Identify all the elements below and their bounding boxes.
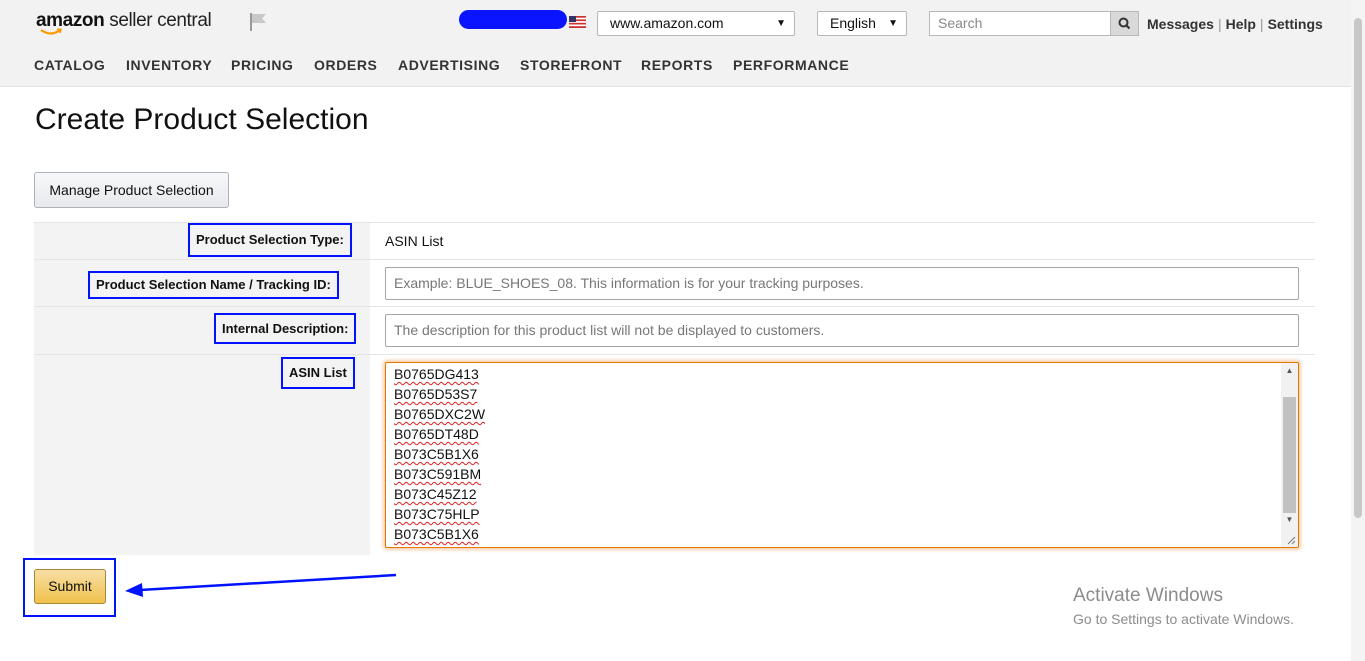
settings-link[interactable]: Settings bbox=[1268, 16, 1323, 32]
asin-lines: B0765DG413 B0765D53S7 B0765DXC2W B0765DT… bbox=[394, 364, 485, 544]
activate-windows-watermark: Activate Windows Go to Settings to activ… bbox=[1073, 585, 1294, 627]
submit-button[interactable]: Submit bbox=[34, 569, 106, 604]
us-flag-icon bbox=[569, 16, 586, 28]
scroll-up-icon[interactable]: ▲ bbox=[1281, 366, 1298, 375]
product-selection-name-label: Product Selection Name / Tracking ID: bbox=[88, 271, 339, 299]
asin-line: B0765D53S7 bbox=[394, 386, 478, 402]
product-selection-name-input[interactable]: Example: BLUE_SHOES_08. This information… bbox=[385, 267, 1299, 300]
caret-down-icon: ▼ bbox=[776, 18, 786, 29]
product-selection-type-value: ASIN List bbox=[385, 233, 444, 249]
top-header: amazon seller central www.amazon.com ▼ En… bbox=[0, 0, 1365, 87]
asin-line: B0765DG413 bbox=[394, 366, 479, 382]
nav-reports[interactable]: REPORTS bbox=[641, 57, 713, 73]
nav-advertising[interactable]: ADVERTISING bbox=[398, 57, 500, 73]
messages-link[interactable]: Messages bbox=[1147, 16, 1214, 32]
nav-storefront[interactable]: STOREFRONT bbox=[520, 57, 622, 73]
asin-line: B073C5B1X6 bbox=[394, 526, 479, 542]
search-icon bbox=[1118, 17, 1131, 30]
nav-catalog[interactable]: CATALOG bbox=[34, 57, 105, 73]
search-input[interactable]: Search bbox=[929, 11, 1110, 36]
nav-performance[interactable]: PERFORMANCE bbox=[733, 57, 849, 73]
form-row-type: Product Selection Type: ASIN List bbox=[34, 223, 1315, 260]
page-title: Create Product Selection bbox=[35, 103, 369, 136]
asin-line: B073C591BM bbox=[394, 466, 482, 482]
asin-line: B073C45Z12 bbox=[394, 486, 477, 502]
nav-pricing[interactable]: PRICING bbox=[231, 57, 294, 73]
internal-description-input[interactable]: The description for this product list wi… bbox=[385, 314, 1299, 347]
form-row-description: Internal Description: The description fo… bbox=[34, 307, 1315, 355]
asin-line: B0765DT48D bbox=[394, 426, 479, 442]
asin-list-label: ASIN List bbox=[281, 357, 355, 389]
asin-line: B073C5B1X6 bbox=[394, 446, 479, 462]
scrollbar-thumb[interactable] bbox=[1283, 397, 1296, 513]
nav-inventory[interactable]: INVENTORY bbox=[126, 57, 212, 73]
marketplace-select[interactable]: www.amazon.com ▼ bbox=[597, 11, 795, 36]
seller-central-logo[interactable]: amazon seller central bbox=[36, 10, 212, 32]
top-links: Messages | Help | Settings bbox=[1147, 16, 1323, 32]
search-button[interactable] bbox=[1110, 11, 1139, 36]
product-selection-form: Product Selection Type: ASIN List Produc… bbox=[34, 222, 1315, 555]
language-select[interactable]: English ▼ bbox=[817, 11, 907, 36]
manage-product-selection-button[interactable]: Manage Product Selection bbox=[34, 172, 229, 208]
scroll-down-icon[interactable]: ▼ bbox=[1281, 515, 1298, 524]
product-selection-type-label: Product Selection Type: bbox=[188, 223, 352, 257]
help-link[interactable]: Help bbox=[1226, 16, 1256, 32]
asin-line: B073C75HLP bbox=[394, 506, 480, 522]
page-scrollbar[interactable] bbox=[1351, 0, 1365, 661]
form-row-asin-list: ASIN List B0765DG413 B0765D53S7 B0765DXC… bbox=[34, 355, 1315, 555]
amazon-smile-icon bbox=[40, 28, 62, 35]
resize-handle-icon[interactable] bbox=[1286, 535, 1296, 545]
nav-orders[interactable]: ORDERS bbox=[314, 57, 378, 73]
caret-down-icon: ▼ bbox=[888, 18, 898, 29]
asin-line: B0765DXC2W bbox=[394, 406, 486, 422]
page-scrollbar-thumb[interactable] bbox=[1354, 18, 1362, 518]
internal-description-label: Internal Description: bbox=[214, 313, 357, 344]
textarea-scrollbar[interactable]: ▲ ▼ bbox=[1281, 363, 1298, 547]
asin-list-textarea[interactable]: B0765DG413 B0765D53S7 B0765DXC2W B0765DT… bbox=[385, 362, 1299, 548]
redacted-account-name bbox=[459, 10, 567, 29]
flag-icon[interactable] bbox=[248, 12, 270, 32]
form-row-name: Product Selection Name / Tracking ID: Ex… bbox=[34, 260, 1315, 307]
